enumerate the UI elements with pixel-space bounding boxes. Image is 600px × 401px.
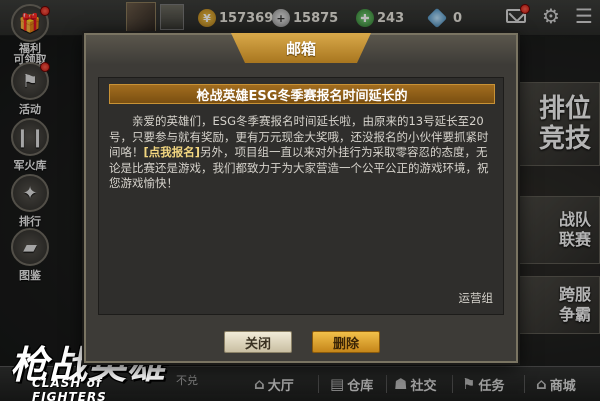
mail-subject: 枪战英雄ESG冬季赛报名时间延长的: [109, 84, 495, 104]
logo-english-text: CLASH of FIGHTERS: [32, 376, 107, 401]
dialog-title: 邮箱: [231, 33, 371, 63]
mail-signature: 运营组: [458, 291, 494, 305]
mailbox-dialog: 邮箱 枪战英雄ESG冬季赛报名时间延长的 亲爱的英雄们，ESG冬季赛报名时间延长…: [84, 33, 518, 363]
delete-button[interactable]: 删除: [312, 331, 380, 353]
mail-body: 亲爱的英雄们，ESG冬季赛报名时间延长啦，由原来的13号延长至20号，只要参与就…: [109, 114, 495, 192]
mail-content-panel: 枪战英雄ESG冬季赛报名时间延长的 亲爱的英雄们，ESG冬季赛报名时间延长啦，由…: [98, 77, 504, 315]
close-button[interactable]: 关闭: [224, 331, 292, 353]
signup-link[interactable]: [点我报名]: [144, 145, 201, 159]
